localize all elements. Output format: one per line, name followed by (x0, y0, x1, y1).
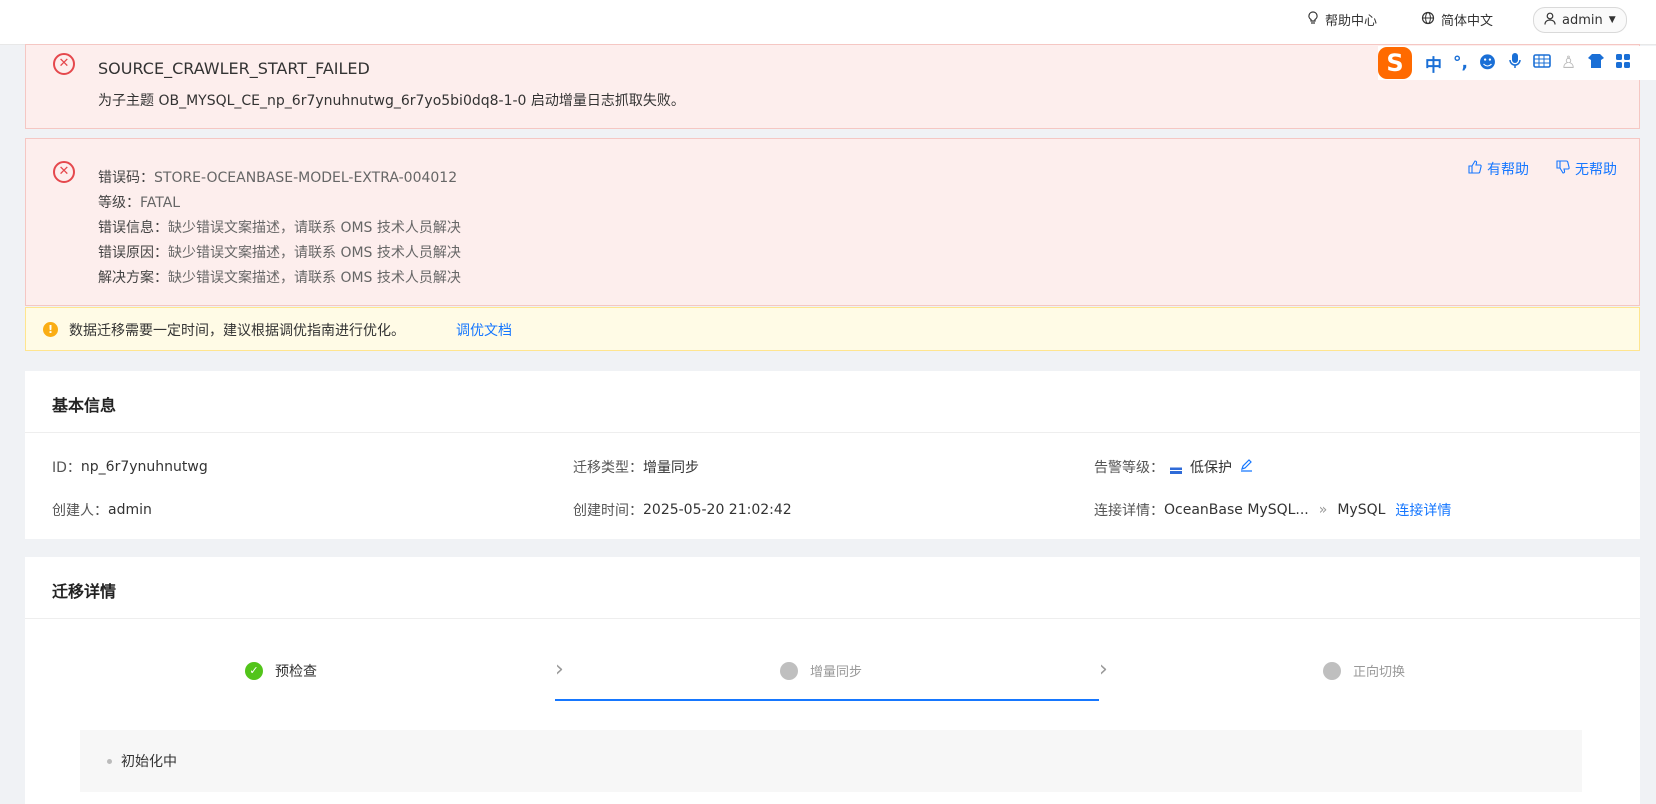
thumbs-up-icon (1468, 160, 1482, 178)
tuning-warning-alert: ! 数据迁移需要一定时间，建议根据调优指南进行优化。 调优文档 (25, 307, 1640, 351)
migration-steps: ✓ 预检查 › 增量同步 › 正向切换 (25, 619, 1640, 734)
step-forward-switch[interactable]: 正向切换 (1323, 661, 1405, 680)
username-label: admin (1562, 12, 1603, 28)
migration-type-field: 迁移类型： 增量同步 (573, 457, 699, 477)
bullet-icon (107, 759, 112, 764)
step-label: 正向切换 (1353, 665, 1406, 680)
chevron-right-icon: › (555, 657, 564, 682)
skin-icon[interactable] (1582, 53, 1609, 74)
user-menu[interactable]: admin ▼ (1533, 7, 1627, 33)
error-solution-row: 解决方案：缺少错误文案描述，请联系 OMS 技术人员解决 (98, 270, 461, 286)
creator-label: 创建人： (52, 503, 108, 519)
created-time-value: 2025-05-20 21:02:42 (643, 502, 792, 518)
user-icon[interactable]: ♙ (1555, 53, 1582, 73)
top-bar: 帮助中心 简体中文 admin ▼ (0, 0, 1656, 45)
double-chevron-right-icon: » (1318, 502, 1328, 518)
lightbulb-icon (1307, 10, 1319, 29)
tuning-doc-link[interactable]: 调优文档 (456, 320, 512, 340)
ime-toolbar: S 中 °, ☻ ♙ (1378, 46, 1656, 80)
migration-detail-card: 迁移详情 ✓ 预检查 › 增量同步 › 正向切换 初始化中 (25, 557, 1640, 804)
alarm-level-label: 告警等级： (1094, 460, 1164, 476)
emoji-icon[interactable]: ☻ (1474, 53, 1501, 73)
error-level-row: 等级：FATAL (98, 195, 181, 211)
active-step-indicator (555, 699, 1099, 701)
card-title: 迁移详情 (52, 582, 117, 601)
error-message-row: 错误信息：缺少错误文案描述，请联系 OMS 技术人员解决 (98, 220, 461, 236)
chevron-right-icon: › (1099, 657, 1108, 682)
unhelpful-button[interactable]: 无帮助 (1556, 159, 1617, 179)
step-incremental-sync[interactable]: 增量同步 (780, 661, 862, 680)
alarm-level-value: 低保护 (1190, 460, 1232, 476)
created-time-field: 创建时间： 2025-05-20 21:02:42 (573, 500, 792, 520)
keyboard-icon[interactable] (1528, 53, 1555, 73)
id-label: ID： (52, 460, 81, 476)
mic-icon[interactable] (1501, 52, 1528, 74)
card-header: 基本信息 (25, 371, 1640, 433)
close-circle-icon: ✕ (53, 53, 75, 75)
unhelpful-label: 无帮助 (1575, 162, 1617, 178)
connection-source: OceanBase MySQL... (1164, 502, 1309, 518)
close-circle-icon: ✕ (53, 161, 75, 183)
step-status-dot-icon (780, 661, 798, 680)
step-label: 增量同步 (810, 665, 863, 680)
card-title: 基本信息 (52, 396, 117, 415)
language-switcher[interactable]: 简体中文 (1421, 10, 1493, 29)
error-description: 为子主题 OB_MYSQL_CE_np_6r7ynuhnutwg_6r7yo5b… (98, 93, 685, 109)
warning-message: 数据迁移需要一定时间，建议根据调优指南进行优化。 (69, 323, 405, 339)
basic-info-card: 基本信息 ID： np_6r7ynuhnutwg 迁移类型： 增量同步 告警等级… (25, 371, 1640, 539)
thumbs-down-icon (1556, 160, 1570, 178)
ime-punct-toggle[interactable]: °, (1447, 53, 1474, 73)
exclamation-circle-icon: ! (43, 322, 58, 337)
sogou-logo-icon[interactable]: S (1378, 47, 1412, 79)
error-cause-row: 错误原因：缺少错误文案描述，请联系 OMS 技术人员解决 (98, 245, 461, 261)
globe-icon (1421, 11, 1435, 29)
error-detail-list: 错误码：STORE-OCEANBASE-MODEL-EXTRA-004012 等… (98, 166, 461, 291)
connection-target: MySQL (1337, 502, 1386, 518)
error-title: SOURCE_CRAWLER_START_FAILED (98, 59, 370, 78)
error-alert-details: ✕ 错误码：STORE-OCEANBASE-MODEL-EXTRA-004012… (25, 138, 1640, 306)
connection-field: 连接详情： OceanBase MySQL... » MySQL 连接详情 (1094, 500, 1451, 520)
migration-type-value: 增量同步 (643, 460, 699, 476)
ime-mode-toggle[interactable]: 中 (1420, 51, 1447, 76)
check-circle-icon: ✓ (245, 662, 263, 680)
edit-icon[interactable] (1240, 458, 1253, 476)
helpful-button[interactable]: 有帮助 (1468, 159, 1529, 179)
id-field: ID： np_6r7ynuhnutwg (52, 457, 208, 477)
alarm-level-indicator-icon (1170, 460, 1182, 474)
step-label: 预检查 (275, 664, 317, 680)
help-center-link[interactable]: 帮助中心 (1307, 10, 1377, 29)
id-value: np_6r7ynuhnutwg (80, 459, 208, 475)
caret-down-icon: ▼ (1608, 15, 1616, 25)
created-time-label: 创建时间： (573, 503, 643, 519)
connection-label: 连接详情： (1094, 503, 1164, 519)
alarm-level-field: 告警等级： 低保护 (1094, 457, 1253, 477)
step-status-text: 初始化中 (121, 754, 177, 770)
language-label: 简体中文 (1441, 14, 1494, 29)
step-status-dot-icon (1323, 661, 1341, 680)
creator-field: 创建人： admin (52, 500, 152, 520)
help-center-label: 帮助中心 (1325, 14, 1378, 29)
step-precheck[interactable]: ✓ 预检查 (245, 661, 317, 681)
error-code-row: 错误码：STORE-OCEANBASE-MODEL-EXTRA-004012 (98, 170, 458, 186)
helpful-label: 有帮助 (1487, 162, 1529, 178)
creator-value: admin (108, 502, 152, 518)
user-icon (1544, 12, 1556, 29)
step-status-panel: 初始化中 (80, 730, 1582, 792)
connection-detail-link[interactable]: 连接详情 (1395, 500, 1451, 520)
migration-type-label: 迁移类型： (573, 460, 643, 476)
card-header: 迁移详情 (25, 557, 1640, 619)
apps-icon[interactable] (1609, 53, 1636, 74)
